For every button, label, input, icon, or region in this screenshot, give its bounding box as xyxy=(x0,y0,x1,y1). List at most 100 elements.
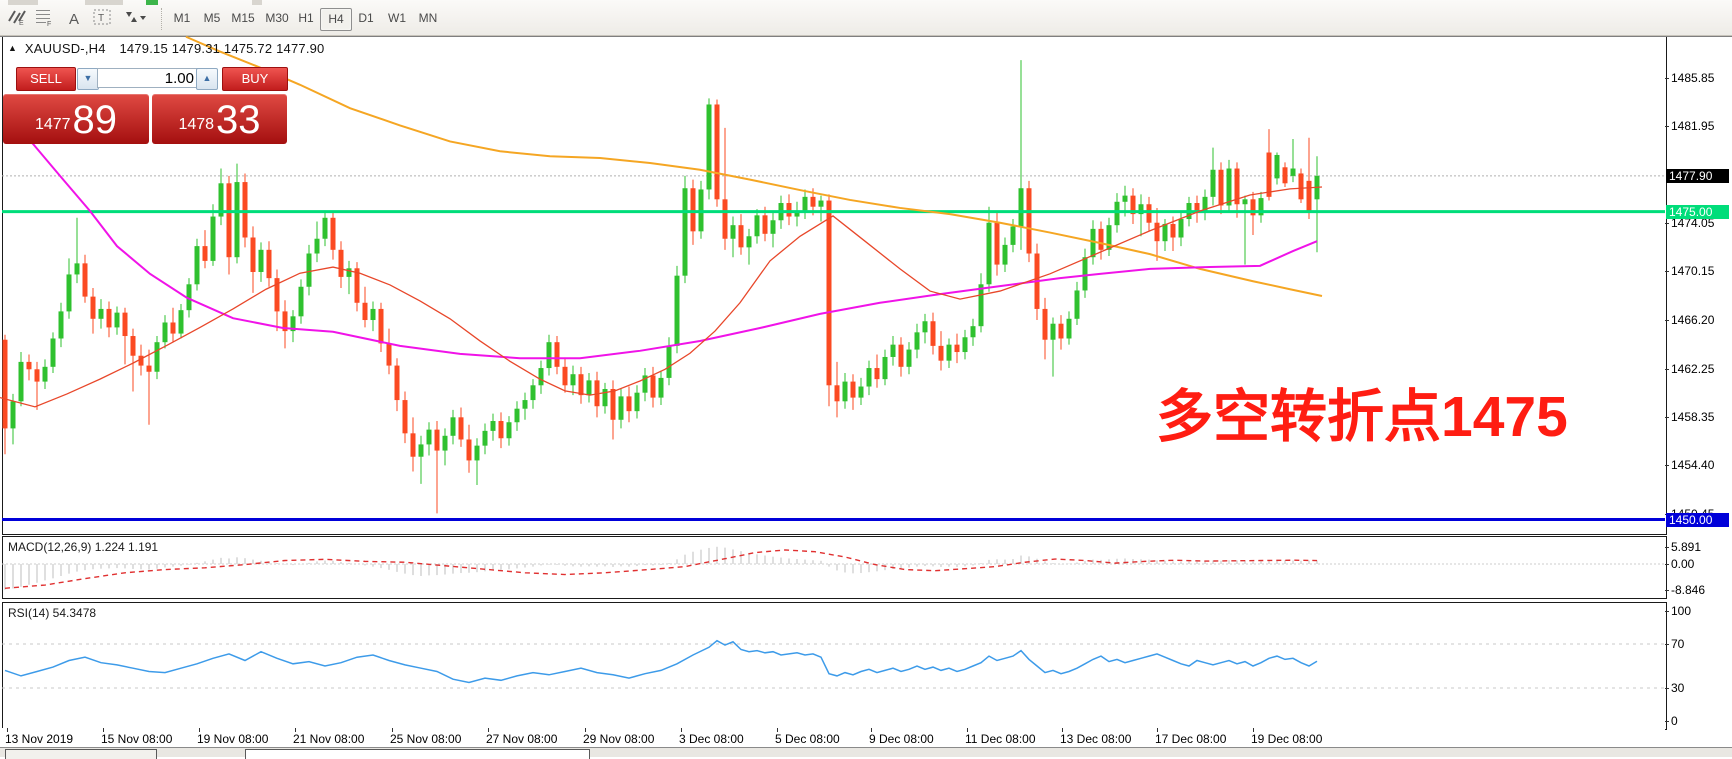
sell-price-panel[interactable]: 1477 89 xyxy=(3,94,149,144)
candle-body xyxy=(771,220,776,234)
candle-body xyxy=(883,357,888,379)
timeframe-button-m5[interactable]: M5 xyxy=(199,8,225,29)
candle-body xyxy=(691,188,696,231)
timeframe-button-h1[interactable]: H1 xyxy=(293,8,319,29)
timeframe-button-m1[interactable]: M1 xyxy=(168,8,196,29)
expert-candles-icon[interactable]: E xyxy=(6,8,30,30)
svg-text:F: F xyxy=(47,21,51,28)
candle-body xyxy=(131,336,136,356)
candle-body xyxy=(659,378,664,398)
candle-body xyxy=(243,182,248,237)
quote-header: ▲ XAUUSD-,H4 1479.15 1479.31 1475.72 147… xyxy=(8,41,325,56)
buy-price-panel[interactable]: 1478 33 xyxy=(152,94,287,144)
text-label-icon[interactable]: A xyxy=(63,8,85,30)
candle-body xyxy=(75,263,80,274)
timeframe-button-mn[interactable]: MN xyxy=(413,8,443,29)
price-tick-label: 1470.15 xyxy=(1671,264,1714,278)
date-label: 17 Dec 08:00 xyxy=(1155,732,1226,746)
volume-decrease-button[interactable]: ▼ xyxy=(77,68,99,90)
price-tick-label-tick xyxy=(1665,465,1669,466)
candle-body xyxy=(1171,224,1176,238)
candle-body xyxy=(1227,169,1232,206)
candle-body xyxy=(923,321,928,332)
rsi-line xyxy=(5,641,1317,683)
svg-text:T: T xyxy=(98,13,104,24)
candle-body xyxy=(515,409,520,423)
date-label: 11 Dec 08:00 xyxy=(965,732,1036,746)
buy-price-big: 33 xyxy=(216,100,261,140)
support-price-label: 1475.00 xyxy=(1666,205,1729,219)
candle-body xyxy=(651,375,656,397)
candle-body xyxy=(531,385,536,400)
candle-body xyxy=(1211,170,1216,197)
timeframe-button-h4[interactable]: H4 xyxy=(320,8,352,31)
price-tick-label-tick xyxy=(1665,320,1669,321)
rsi-chart[interactable] xyxy=(0,602,1665,728)
candle-body xyxy=(1083,257,1088,290)
cropped-panel-tab xyxy=(245,749,590,759)
candle-body xyxy=(955,345,960,352)
candle-body xyxy=(443,436,448,451)
date-label: 3 Dec 08:00 xyxy=(679,732,744,746)
date-label: 9 Dec 08:00 xyxy=(869,732,934,746)
candle-body xyxy=(939,346,944,361)
candle-body xyxy=(83,263,88,296)
ohlc-values: 1479.15 1479.31 1475.72 1477.90 xyxy=(119,41,324,56)
candle-body xyxy=(1027,188,1032,253)
text-box-icon[interactable]: T xyxy=(92,8,116,30)
candle-body xyxy=(331,218,336,250)
candle-body xyxy=(35,369,40,381)
ma-slow-line xyxy=(186,37,1322,296)
candle-body xyxy=(571,374,576,385)
candle-body xyxy=(731,225,736,239)
candle-body xyxy=(1147,204,1152,222)
arrange-arrows-icon[interactable] xyxy=(122,8,152,30)
candle-body xyxy=(1115,202,1120,225)
volume-input[interactable] xyxy=(97,68,199,88)
candle-body xyxy=(523,400,528,409)
candle-body xyxy=(1267,153,1272,197)
candle-body xyxy=(915,332,920,349)
buy-button[interactable]: BUY xyxy=(222,67,288,91)
candle-body xyxy=(811,197,816,207)
candle-body xyxy=(259,250,264,272)
candle-body xyxy=(1219,170,1224,206)
candle-body xyxy=(1091,229,1096,257)
price-tick-label-tick xyxy=(1665,271,1669,272)
rsi-axis-label: 0 xyxy=(1671,714,1678,728)
volume-increase-button[interactable]: ▲ xyxy=(196,68,218,90)
candle-body xyxy=(931,321,936,346)
grid-icon[interactable]: F xyxy=(34,8,58,30)
candle-body xyxy=(1275,155,1280,178)
candle-body xyxy=(867,368,872,386)
candle-body xyxy=(323,218,328,239)
timeframe-button-m30[interactable]: M30 xyxy=(261,8,293,29)
symbol-period-label: XAUUSD-,H4 xyxy=(25,41,106,56)
candle-body xyxy=(195,246,200,284)
macd-chart[interactable] xyxy=(0,536,1665,597)
macd-axis-label: 5.891 xyxy=(1671,540,1701,554)
candle-body xyxy=(387,343,392,365)
collapse-panel-icon[interactable]: ▲ xyxy=(8,43,17,53)
sell-button[interactable]: SELL xyxy=(16,67,76,91)
price-tick-label-tick xyxy=(1665,78,1669,79)
price-tick-label-tick xyxy=(1665,223,1669,224)
candle-body xyxy=(67,274,72,311)
date-axis[interactable]: 13 Nov 201915 Nov 08:0019 Nov 08:0021 No… xyxy=(2,728,1665,748)
candle-body xyxy=(403,400,408,433)
date-label: 29 Nov 08:00 xyxy=(583,732,654,746)
timeframe-button-w1[interactable]: W1 xyxy=(383,8,411,29)
price-tick-label-tick xyxy=(1665,126,1669,127)
candle-body xyxy=(371,309,376,320)
timeframe-button-d1[interactable]: D1 xyxy=(352,8,380,29)
candle-body xyxy=(267,250,272,278)
candle-body xyxy=(1299,173,1304,199)
candle-body xyxy=(835,385,840,401)
candle-body xyxy=(1179,219,1184,237)
date-label: 19 Nov 08:00 xyxy=(197,732,268,746)
candle-body xyxy=(803,197,808,211)
rsi-axis-label-tick xyxy=(1665,688,1669,689)
candle-body xyxy=(363,303,368,320)
candle-body xyxy=(1011,226,1016,244)
timeframe-button-m15[interactable]: M15 xyxy=(227,8,259,29)
